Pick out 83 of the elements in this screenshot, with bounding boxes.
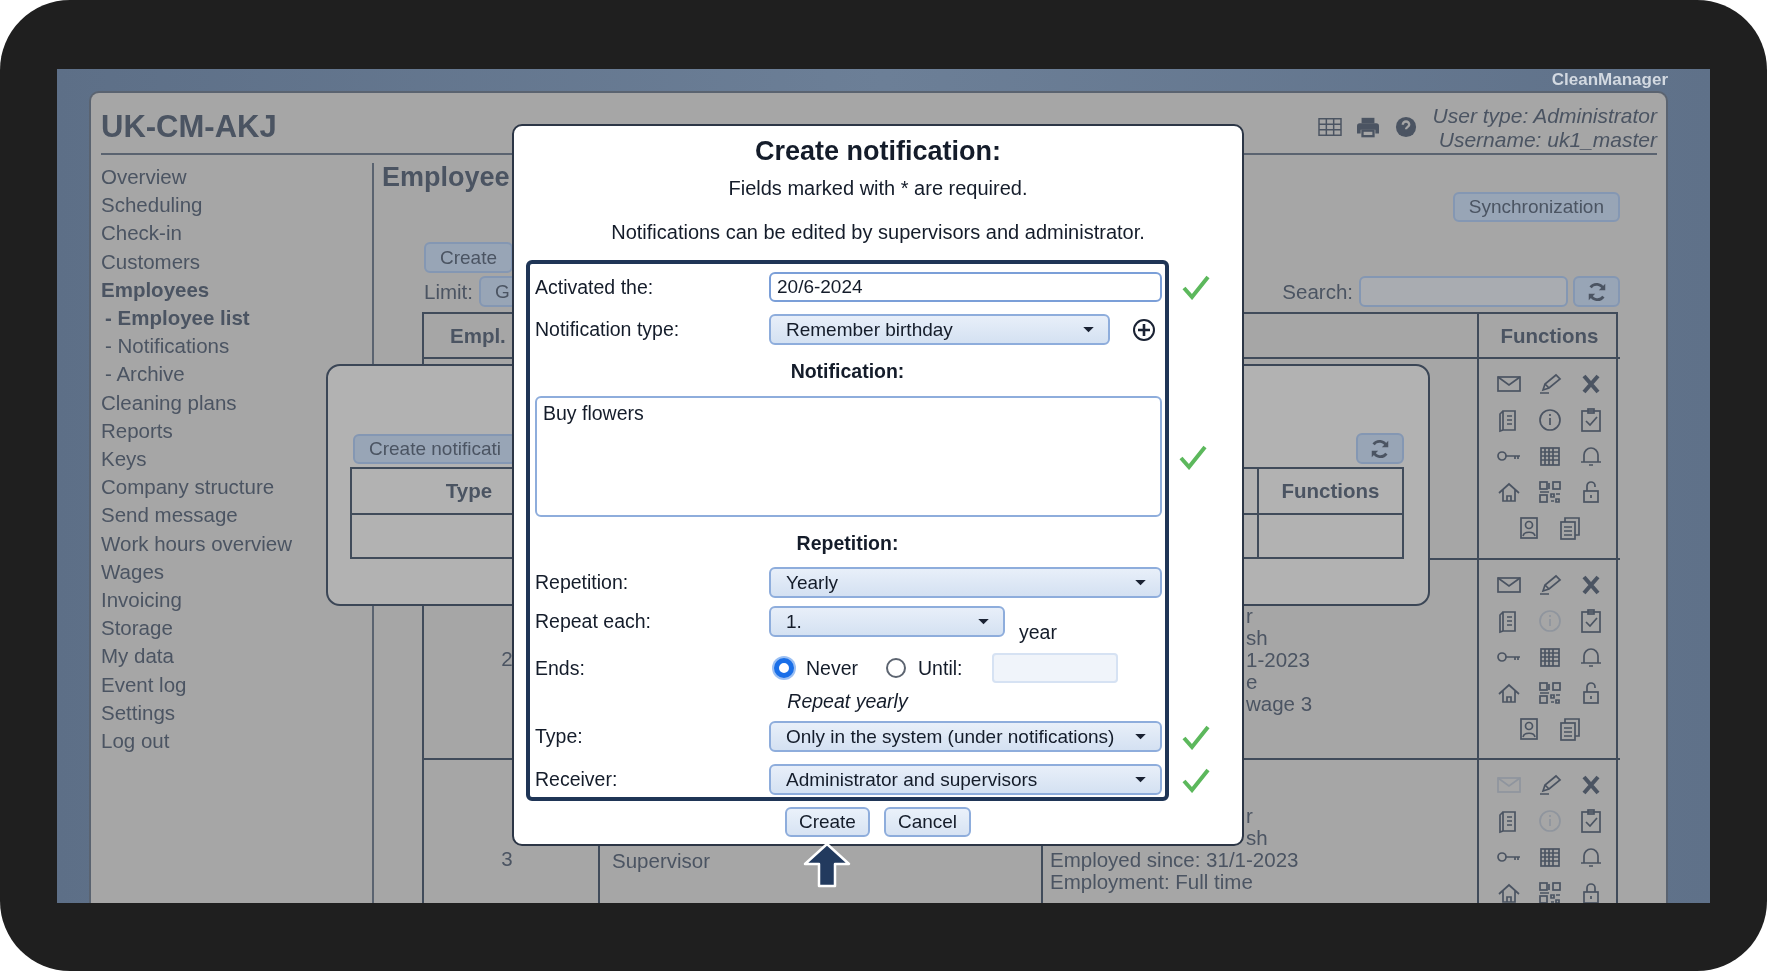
sidebar-item[interactable]: My data (101, 642, 174, 671)
section-heading: Repetition: (796, 531, 899, 555)
field-label: Repeat each: (535, 610, 652, 633)
table-cell: 2 (501, 647, 513, 671)
table-cell: Employed since: 31/1-2023 (1050, 849, 1299, 871)
section-heading: Notification: (790, 359, 905, 383)
refresh-button[interactable] (1356, 433, 1404, 464)
column-header: Functions (1259, 469, 1402, 515)
sidebar-item[interactable]: Employees (101, 275, 210, 304)
radio-label: Until: (918, 656, 963, 680)
dropdown[interactable]: Administrator and supervisors (769, 764, 1162, 795)
printer-icon[interactable] (1354, 116, 1381, 138)
dropdown[interactable]: Remember birthday (769, 314, 1110, 345)
end-date-field[interactable] (992, 653, 1119, 683)
sidebar-item[interactable]: Send message (101, 501, 238, 530)
repeat-hint: Repeat yearly (787, 689, 908, 713)
refresh-button[interactable] (1573, 276, 1620, 307)
sidebar-item[interactable]: - Notifications (105, 332, 230, 361)
date-field[interactable]: 20/6-2024 (769, 272, 1162, 302)
info-text: Notifications can be edited by supervisors and administrator. (611, 220, 1145, 244)
field-label: Repetition: (535, 571, 630, 594)
table-cell: r (1246, 805, 1253, 827)
sidebar-item[interactable]: Invoicing (101, 586, 182, 615)
sidebar-item[interactable]: - Employee list (105, 304, 250, 333)
synchronization-button[interactable]: Synchronization (1452, 192, 1620, 222)
sidebar-item[interactable]: Scheduling (101, 191, 203, 220)
sidebar-item[interactable]: Cleaning plans (101, 388, 237, 417)
username-label: Username: uk1_master (1437, 128, 1657, 152)
field-label: Type: (535, 725, 584, 748)
create-employee-button[interactable]: Create (424, 242, 514, 273)
sidebar-item[interactable]: Storage (101, 614, 173, 643)
radio-button[interactable] (774, 658, 794, 678)
dropdown[interactable]: Yearly (769, 567, 1162, 598)
sidebar-item[interactable]: Reports (101, 416, 173, 446)
refresh-icon (1369, 437, 1391, 460)
notification-textarea[interactable]: Buy flowers (535, 396, 1162, 517)
caret-icon (1134, 579, 1147, 586)
add-icon[interactable] (1132, 317, 1156, 342)
table-cell: wage 3 (1246, 693, 1313, 715)
table-cell: e (1246, 671, 1258, 693)
field-label: Activated the: (535, 275, 655, 299)
page-heading: Employee (382, 163, 510, 191)
cancel-button[interactable]: Cancel (883, 807, 972, 837)
column-header: Functions (1479, 314, 1620, 359)
table-cell: r (1246, 605, 1253, 627)
dropdown[interactable]: 1. (769, 606, 1005, 637)
sidebar-item[interactable]: Wages (101, 557, 165, 587)
field-label: Receiver: (535, 768, 619, 791)
search-label: Search: (1282, 279, 1353, 304)
caret-icon (1134, 776, 1147, 783)
dropdown[interactable]: Only in the system (under notifications) (769, 721, 1162, 752)
unit-label: year (1019, 621, 1057, 644)
table-cell: sh (1246, 627, 1268, 649)
table-cell: sh (1246, 827, 1268, 849)
table-icon[interactable] (1316, 116, 1343, 138)
table-cell: 3 (501, 847, 513, 871)
site-title: UK-CM-AKJ (101, 110, 277, 144)
sidebar-item[interactable]: Check-in (101, 219, 182, 248)
radio-button[interactable] (886, 658, 907, 678)
sidebar-item[interactable]: Keys (101, 445, 147, 474)
limit-label: Limit: (424, 279, 473, 304)
sidebar-item[interactable]: Overview (101, 163, 187, 192)
sidebar-item[interactable]: Company structure (101, 473, 275, 502)
sidebar-item[interactable]: Event log (101, 670, 187, 699)
caret-icon (1082, 326, 1095, 333)
create-button[interactable]: Create (784, 807, 870, 837)
required-note: Fields marked with * are required. (728, 176, 1028, 200)
sidebar-item[interactable]: Customers (101, 247, 201, 276)
search-field[interactable] (1359, 276, 1568, 307)
radio-label: Never (806, 656, 859, 680)
field-label: Ends: (535, 656, 586, 680)
table-cell: 1-2023 (1246, 649, 1310, 671)
caret-icon (1134, 733, 1147, 740)
sidebar-item[interactable]: Settings (101, 698, 176, 728)
user-type-label: User type: Administrator (1432, 104, 1657, 128)
sidebar-item[interactable]: Work hours overview (101, 529, 293, 558)
app-name: CleanManager (1551, 69, 1668, 91)
dialog-title: Create notification: (755, 136, 1001, 166)
sidebar-item[interactable]: - Archive (105, 360, 185, 389)
table-cell: Supervisor (612, 850, 710, 872)
table-cell: Employment: Full time (1050, 871, 1253, 893)
caret-icon (977, 618, 990, 625)
sidebar-item[interactable]: Log out (101, 727, 170, 756)
